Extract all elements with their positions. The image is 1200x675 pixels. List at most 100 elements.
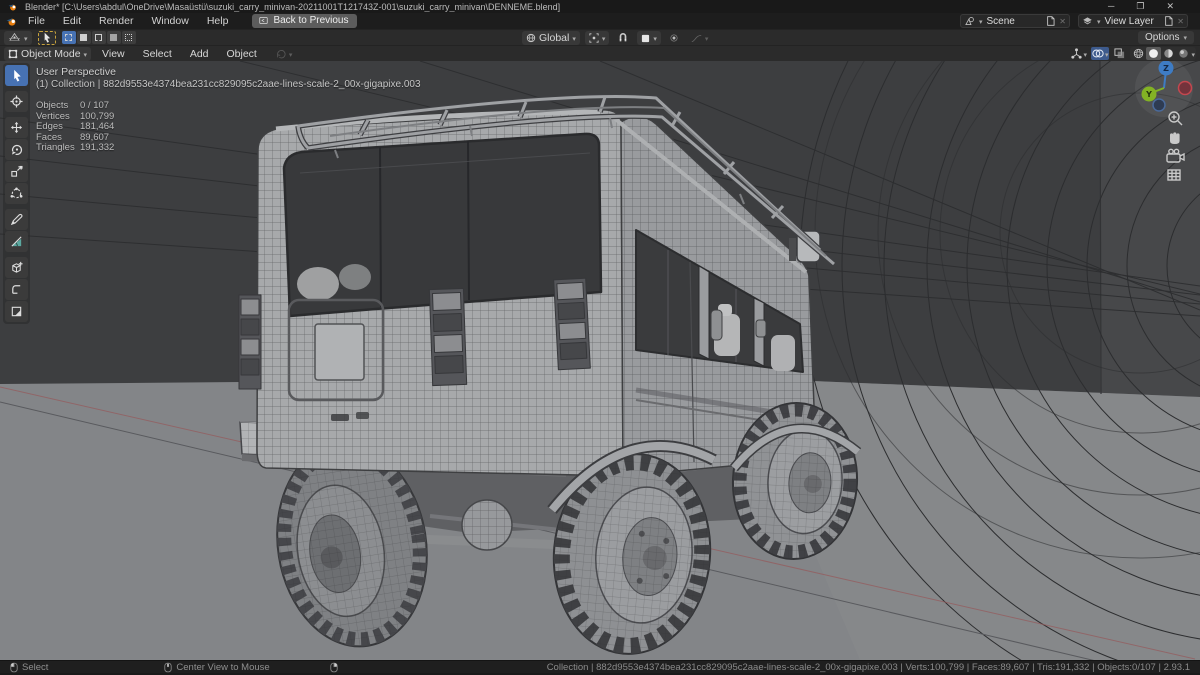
shading-solid-button[interactable] [1146, 47, 1162, 60]
menu-window[interactable]: Window [143, 15, 196, 27]
gizmo-axis-x-neg[interactable] [1177, 80, 1193, 96]
active-tool-button[interactable] [37, 30, 56, 45]
back-to-previous-button[interactable]: Back to Previous [252, 14, 358, 28]
select-mode-extend[interactable] [76, 31, 91, 44]
pan-button[interactable] [1169, 132, 1180, 144]
proportional-editing-icon [670, 34, 678, 42]
rotate-gizmo-icon [277, 49, 286, 58]
toggle-xray-button[interactable] [1112, 47, 1127, 60]
select-mode-group [61, 31, 136, 44]
measure-icon [11, 236, 22, 247]
tool-extra-1[interactable] [5, 279, 28, 300]
3d-cursor-icon [10, 95, 23, 108]
overlays-icon [1092, 49, 1104, 58]
window-titlebar: Blender* [C:\Users\abdul\OneDrive\Masaüs… [0, 0, 1200, 13]
show-overlays-dropdown[interactable] [1090, 47, 1110, 60]
shading-wireframe-button[interactable] [1131, 47, 1146, 60]
rounded-square-tool-icon [12, 285, 21, 294]
new-view-layer-icon[interactable] [1164, 16, 1173, 26]
restore-button[interactable]: ❐ [1136, 1, 1144, 12]
snap-toggle[interactable] [614, 31, 632, 45]
annotate-pen-icon [10, 213, 23, 226]
menu-help[interactable]: Help [199, 15, 237, 27]
lmb-hint: Select [10, 662, 48, 673]
menu-render[interactable]: Render [91, 15, 141, 27]
move-icon [10, 121, 23, 134]
unlink-scene-icon[interactable]: ✕ [1059, 17, 1066, 26]
mouse-right-icon [330, 662, 338, 672]
tool-transform[interactable] [5, 183, 28, 204]
editor-type-selector[interactable] [4, 30, 32, 45]
shading-rendered-button[interactable] [1176, 47, 1191, 60]
scene-selector[interactable]: Scene ✕ [960, 14, 1070, 28]
window-title: Blender* [C:\Users\abdul\OneDrive\Masaüs… [25, 1, 561, 12]
new-scene-icon[interactable] [1046, 16, 1055, 26]
viewport-info-overlay: User Perspective (1) Collection | 882d95… [36, 66, 421, 154]
select-mode-intersect[interactable] [121, 31, 136, 44]
gizmo-y-label: Y [1145, 90, 1152, 99]
3d-viewport[interactable]: Z Y User Perspective (1) Collection | 88… [0, 61, 1200, 660]
editor-3d-viewport-icon [9, 32, 20, 41]
tool-rotate[interactable] [5, 139, 28, 160]
mouse-middle-icon [164, 662, 173, 672]
solid-sphere-icon [1149, 49, 1159, 58]
rmb-hint [330, 662, 342, 673]
options-dropdown[interactable]: Options [1138, 31, 1194, 44]
transform-orientation-dropdown[interactable]: Global [522, 31, 580, 45]
select-cursor-icon [44, 32, 50, 43]
orientation-global-icon [526, 33, 536, 43]
proportional-editing-toggle[interactable] [666, 31, 682, 45]
select-mode-subtract[interactable] [91, 31, 106, 44]
rendered-sphere-icon [1179, 49, 1189, 58]
tool-measure[interactable] [5, 231, 28, 252]
tool-extra-2[interactable] [5, 301, 28, 322]
pivot-point-dropdown[interactable] [584, 31, 610, 45]
tool-scale[interactable] [5, 161, 28, 182]
rotate-icon [11, 144, 23, 155]
topbar: File Edit Render Window Help Back to Pre… [0, 13, 1200, 29]
scale-icon [11, 165, 23, 177]
gizmo-z-label: Z [1163, 64, 1169, 73]
orientation-value: Global [539, 32, 570, 44]
view-layer-icon [1083, 17, 1092, 25]
xray-icon [1114, 48, 1125, 59]
snap-target-dropdown[interactable] [637, 31, 661, 45]
menu-select[interactable]: Select [134, 48, 181, 60]
menu-add[interactable]: Add [181, 48, 218, 60]
proportional-falloff-dropdown[interactable] [687, 31, 713, 45]
menu-object[interactable]: Object [218, 48, 266, 60]
view-name: User Perspective [36, 66, 116, 78]
show-gizmo-dropdown[interactable] [1070, 47, 1088, 60]
tool-cursor[interactable] [5, 91, 28, 112]
mouse-left-icon [10, 662, 18, 672]
view-layer-selector[interactable]: View Layer ✕ [1078, 14, 1188, 28]
navigation-gizmo[interactable]: Z Y [1135, 61, 1193, 117]
magnet-icon [620, 33, 627, 42]
tool-settings-bar: Global Options [0, 29, 1200, 45]
menu-file[interactable]: File [20, 15, 53, 27]
add-cube-icon [12, 261, 23, 273]
select-mode-set[interactable] [61, 31, 76, 44]
select-mode-invert[interactable] [106, 31, 121, 44]
pivot-icon [589, 33, 599, 43]
menu-view[interactable]: View [93, 48, 134, 60]
tool-annotate[interactable] [5, 209, 28, 230]
gizmo-axis-z-neg[interactable] [1152, 98, 1166, 112]
mode-selector[interactable]: Object Mode [4, 46, 92, 61]
blender-menu-icon[interactable] [6, 16, 18, 27]
transform-icon [10, 187, 23, 199]
material-sphere-icon [1164, 49, 1174, 58]
tool-add-cube[interactable] [5, 257, 28, 278]
header-extra-dropdown[interactable] [272, 47, 297, 61]
close-button[interactable]: ✕ [1166, 1, 1174, 12]
minimize-button[interactable]: ─ [1108, 1, 1114, 12]
tool-select-box[interactable] [5, 65, 28, 86]
shading-mode-group [1130, 47, 1196, 60]
status-bar: Select Center View to Mouse Collection |… [0, 660, 1200, 673]
menu-edit[interactable]: Edit [55, 15, 89, 27]
shading-material-button[interactable] [1161, 47, 1176, 60]
remove-view-layer-icon[interactable]: ✕ [1177, 17, 1184, 26]
tool-move[interactable] [5, 117, 28, 138]
select-box-icon [13, 69, 21, 82]
gizmo-icon [1071, 48, 1083, 59]
